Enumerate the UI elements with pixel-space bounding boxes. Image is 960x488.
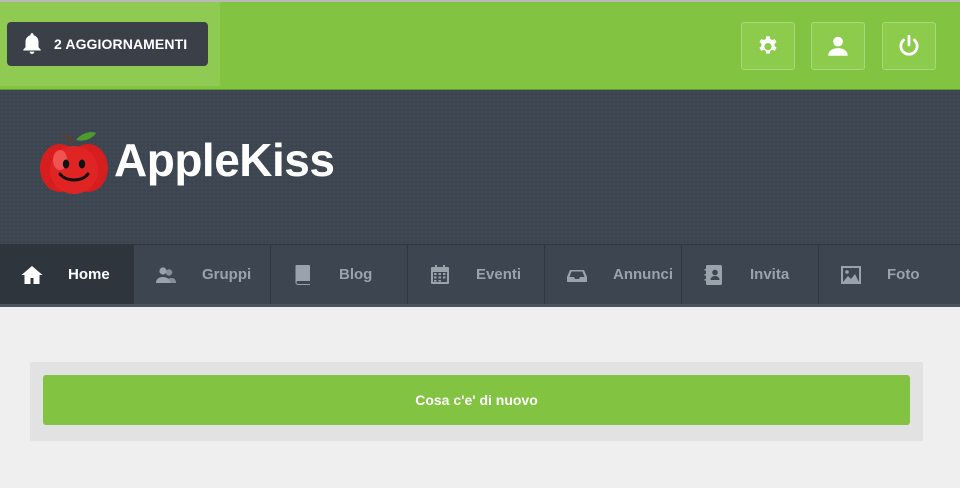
nav-item-blog[interactable]: Blog [271,245,408,304]
top-bar: 2 AGGIORNAMENTI [0,0,960,90]
address-book-icon [704,264,722,285]
nav-item-label: Blog [339,266,373,283]
nav-item-label: Invita [750,266,790,283]
apple-logo-icon [40,132,108,194]
notifications-button[interactable]: 2 AGGIORNAMENTI [7,22,208,66]
power-icon [899,34,919,56]
book-icon [295,264,310,285]
whats-new-panel: Cosa c'e' di nuovo [30,362,923,441]
nav-item-gruppi[interactable]: Gruppi [134,245,271,304]
nav-item-eventi[interactable]: Eventi [408,245,545,304]
bell-icon [23,33,41,54]
nav-item-label: Home [68,266,110,283]
calendar-icon [431,264,449,284]
logout-button[interactable] [882,22,936,70]
nav-item-annunci[interactable]: Annunci [545,245,682,304]
brand-name: AppleKiss [114,134,335,186]
home-icon [21,265,43,284]
nav-item-label: Gruppi [202,266,252,283]
group-icon [156,266,176,283]
site-header: AppleKiss [0,90,960,244]
picture-icon [841,265,861,284]
logo[interactable]: AppleKiss [38,128,335,198]
nav-item-label: Eventi [476,266,522,283]
nav-item-foto[interactable]: Foto [819,245,956,304]
main-nav: Home Gruppi Blog Eventi Annunci Invita F… [0,244,960,307]
notifications-area: 2 AGGIORNAMENTI [0,2,220,86]
notifications-label: 2 AGGIORNAMENTI [54,36,188,52]
nav-item-invita[interactable]: Invita [682,245,819,304]
settings-button[interactable] [741,22,795,70]
nav-item-label: Annunci [613,266,673,283]
whats-new-button[interactable]: Cosa c'e' di nuovo [43,375,910,425]
gear-icon [759,36,777,54]
nav-item-label: Foto [887,266,920,283]
user-icon [828,36,848,56]
profile-button[interactable] [811,22,865,70]
nav-item-home[interactable]: Home [0,245,134,304]
inbox-icon [567,269,587,282]
main-content: Cosa c'e' di nuovo [0,307,960,487]
